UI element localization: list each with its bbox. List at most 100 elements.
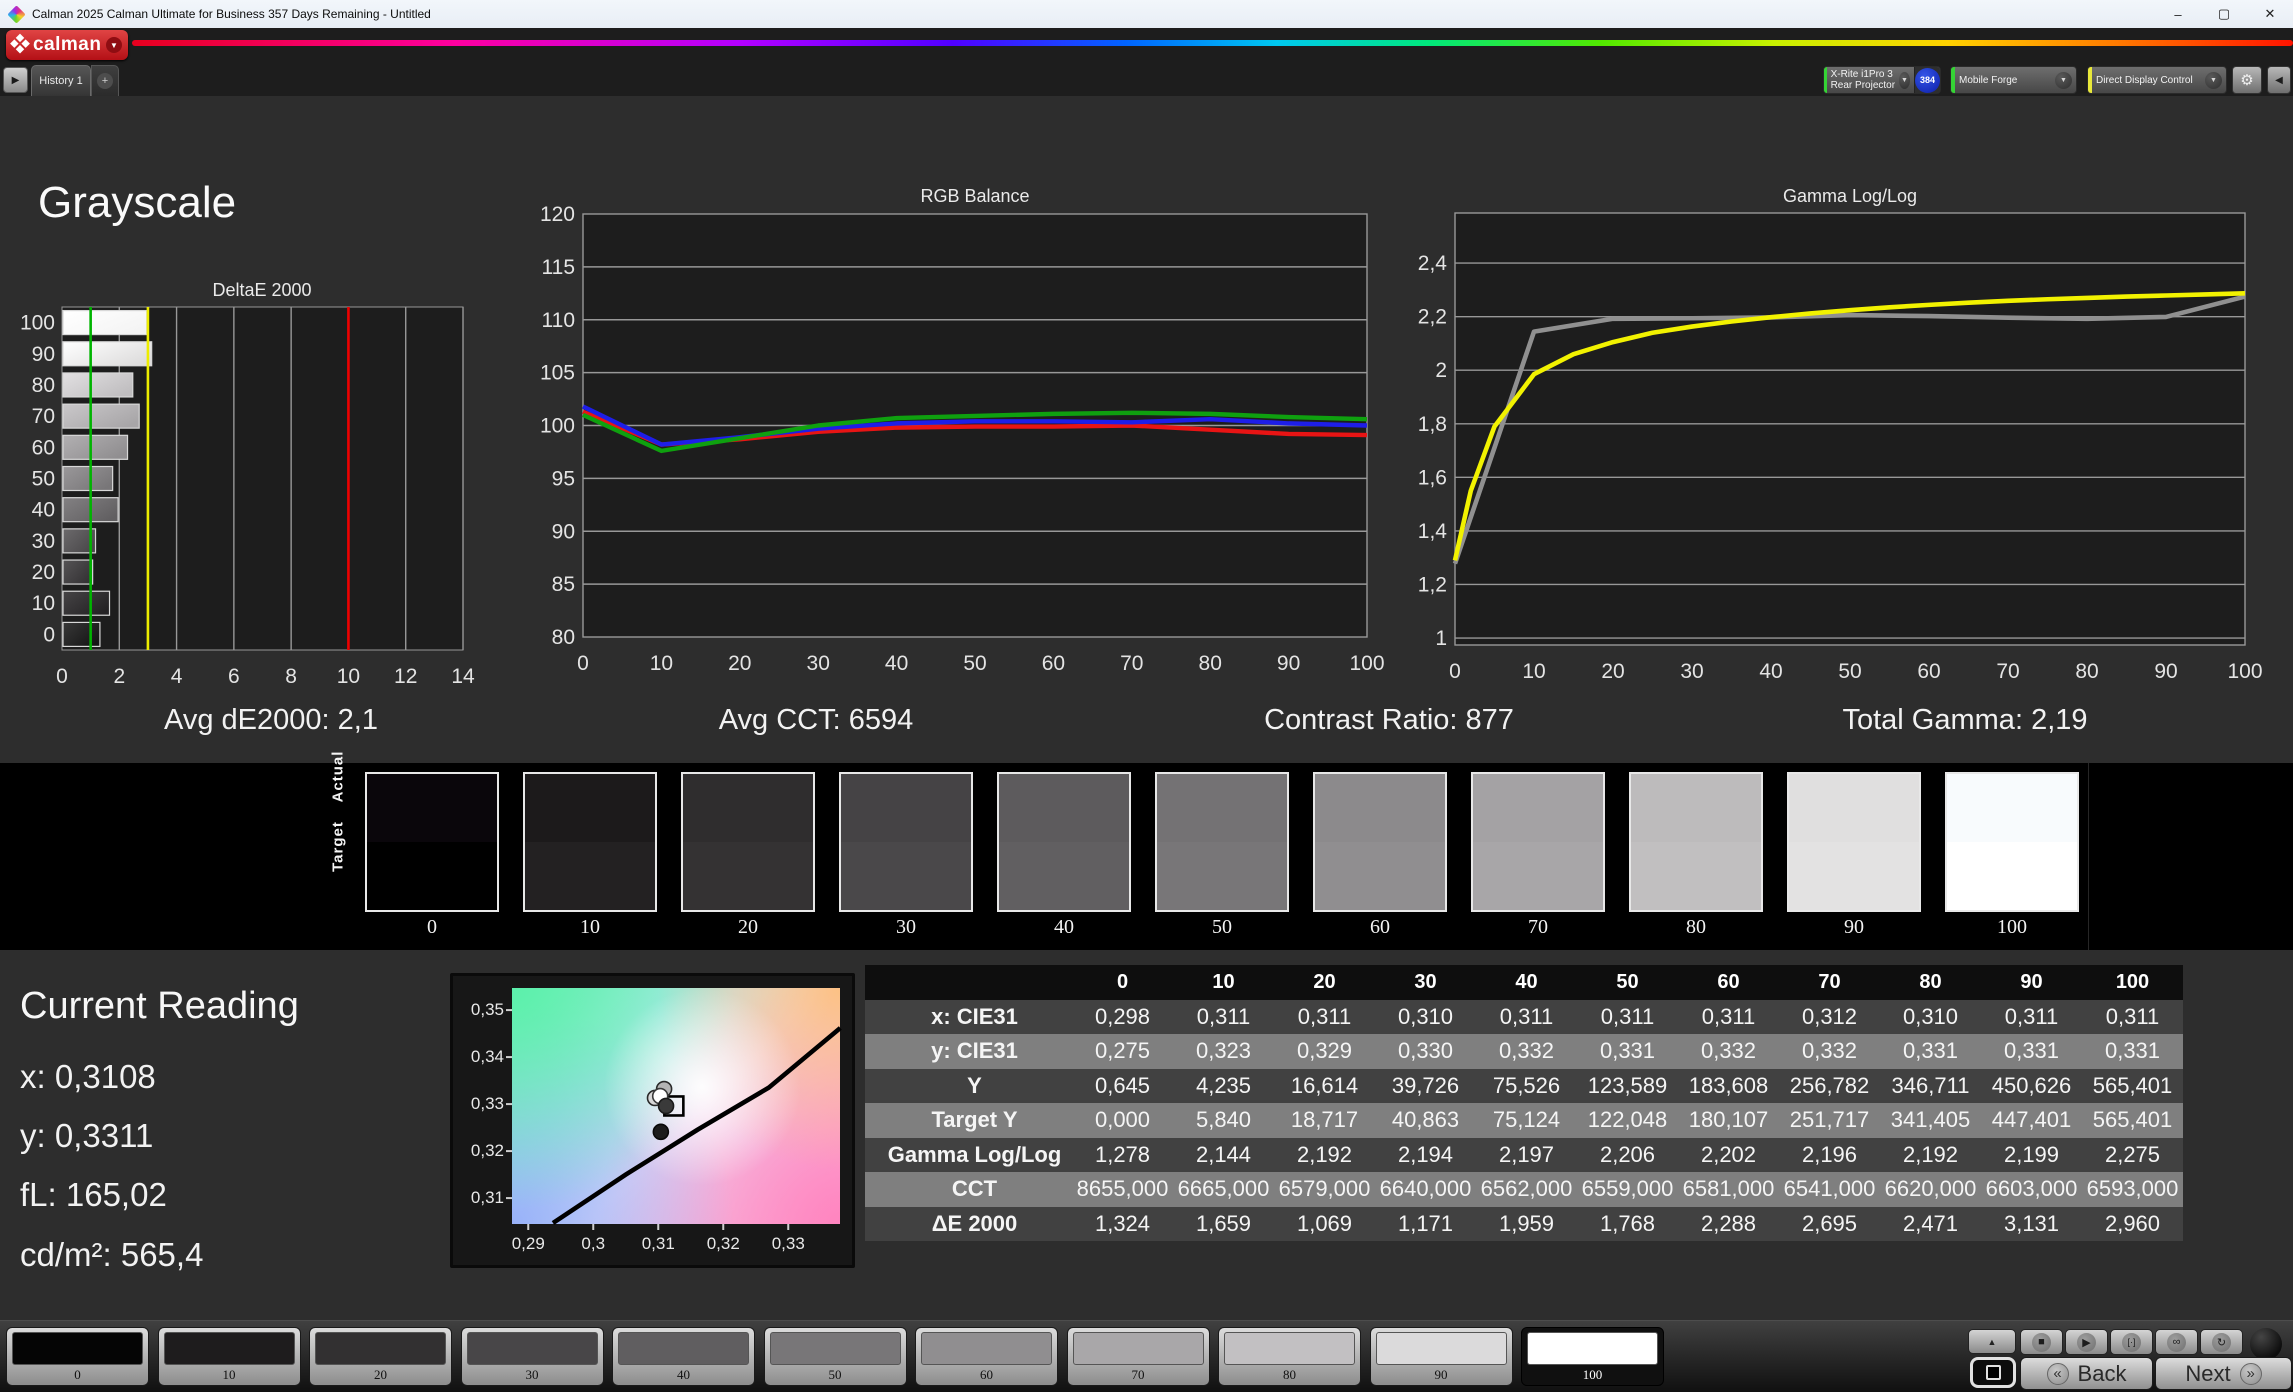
table-cell: 0,298 [1072, 999, 1173, 1034]
table-column-header: 100 [2082, 965, 2183, 1000]
pattern-button-50[interactable]: 50 [763, 1327, 907, 1386]
display-control-name: Direct Display Control [2096, 74, 2193, 86]
pattern-button-100[interactable]: 100 [1521, 1327, 1664, 1386]
deltae-chart: 10090807060504030201000 2 4 6 8 10 12 14 [20, 306, 475, 688]
pattern-button-40[interactable]: 40 [612, 1327, 755, 1386]
strip-actual-color [367, 774, 497, 842]
pattern-swatch [12, 1332, 143, 1365]
cie-ytick: 0,35 [470, 1000, 504, 1020]
strip-target-color [1947, 842, 2077, 910]
svg-text:20: 20 [32, 561, 55, 584]
svg-text:100: 100 [1349, 652, 1384, 675]
table-column-header: 70 [1779, 965, 1880, 1000]
display-control-dropdown[interactable]: Direct Display Control ▼ [2087, 66, 2227, 94]
range-button[interactable]: [·] [2110, 1329, 2153, 1355]
table-cell: 40,863 [1375, 1103, 1476, 1138]
rgb-chart-title: RGB Balance [920, 186, 1030, 206]
svg-text:110: 110 [542, 309, 575, 332]
table-cell: 2,275 [2082, 1137, 2183, 1172]
meter-dropdown[interactable]: X-Rite i1Pro 3 Rear Projector ▼ 384 [1823, 66, 1941, 94]
pattern-button-60[interactable]: 60 [915, 1327, 1058, 1386]
stop-icon: ■ [2032, 1332, 2051, 1352]
svg-text:80: 80 [2075, 660, 2098, 683]
refresh-button[interactable]: ↻ [2200, 1329, 2243, 1355]
svg-text:2,2: 2,2 [1418, 306, 1447, 329]
svg-text:100: 100 [20, 312, 55, 335]
refresh-icon: ↻ [2212, 1332, 2231, 1352]
svg-text:1,6: 1,6 [1418, 466, 1447, 489]
table-cell: 122,048 [1577, 1103, 1678, 1138]
table-cell: 0,645 [1072, 1068, 1173, 1103]
cie-ytick: 0,34 [470, 1047, 504, 1067]
table-cell: 6562,000 [1476, 1172, 1577, 1207]
table-cell: 565,401 [2082, 1068, 2183, 1103]
source-dropdown[interactable]: Mobile Forge ▼ [1950, 66, 2077, 94]
chevron-right-icon: » [2239, 1362, 2262, 1385]
strip-divider [2088, 763, 2089, 950]
table-cell: 6581,000 [1678, 1172, 1779, 1207]
chevron-left-icon: « [2046, 1362, 2069, 1385]
pattern-button-10[interactable]: 10 [157, 1327, 301, 1386]
table-cell: 0,331 [1880, 1034, 1981, 1069]
pattern-swatch [466, 1332, 598, 1365]
table-cell: 0,323 [1173, 1034, 1274, 1069]
pattern-swatch [618, 1332, 749, 1365]
svg-text:30: 30 [807, 652, 830, 675]
table-column-header: 20 [1274, 965, 1375, 1000]
svg-text:105: 105 [540, 362, 575, 385]
strip-level-label: 80 [1686, 916, 1706, 938]
pattern-button-0[interactable]: 0 [6, 1327, 149, 1386]
table-row-label: Target Y [865, 1103, 1072, 1138]
pattern-swatch [1375, 1332, 1507, 1365]
svg-text:80: 80 [552, 626, 575, 649]
table-cell: 0,311 [1678, 999, 1779, 1034]
maximize-button[interactable]: ▢ [2201, 0, 2247, 28]
strip-level-label: 0 [427, 916, 437, 938]
next-button[interactable]: Next » [2155, 1357, 2292, 1390]
pattern-button-30[interactable]: 30 [460, 1327, 604, 1386]
close-button[interactable]: ✕ [2247, 0, 2293, 28]
table-cell: 0,330 [1375, 1034, 1476, 1069]
svg-text:1: 1 [1435, 627, 1447, 650]
loop-button[interactable]: ∞ [2155, 1329, 2198, 1355]
svg-text:2,4: 2,4 [1418, 252, 1448, 275]
collapse-panel-button[interactable]: ◀ [2267, 66, 2291, 94]
panel-expander-button[interactable]: ▶ [3, 67, 28, 93]
table-cell: 341,405 [1880, 1103, 1981, 1138]
table-cell: 1,069 [1274, 1206, 1375, 1241]
svg-text:12: 12 [394, 665, 417, 688]
pattern-button-70[interactable]: 70 [1066, 1327, 1210, 1386]
table-cell: 6620,000 [1880, 1172, 1981, 1207]
svg-text:6: 6 [228, 665, 240, 688]
pattern-level-label: 80 [1283, 1367, 1296, 1382]
calman-menu-button[interactable]: calman ▼ [6, 30, 128, 60]
pattern-level-label: 10 [222, 1367, 236, 1382]
pattern-button-90[interactable]: 90 [1369, 1327, 1513, 1386]
add-tab-button[interactable]: + [91, 65, 119, 96]
table-cell: 450,626 [1981, 1068, 2082, 1103]
pattern-level-label: 30 [525, 1367, 539, 1382]
table-cell: 16,614 [1274, 1068, 1375, 1103]
pattern-up-button[interactable]: ▲ [1968, 1329, 2016, 1354]
pattern-button-80[interactable]: 80 [1218, 1327, 1361, 1386]
strip-level-label: 30 [896, 916, 916, 938]
strip-target-color [683, 842, 813, 910]
table-cell: 0,329 [1274, 1034, 1375, 1069]
table-column-header: 50 [1577, 965, 1678, 1000]
pattern-button-20[interactable]: 20 [309, 1327, 452, 1386]
back-button[interactable]: « Back [2020, 1357, 2153, 1390]
cie-ytick: 0,33 [470, 1094, 504, 1114]
title-bar: Calman 2025 Calman Ultimate for Business… [0, 0, 2293, 28]
strip-level-label: 60 [1370, 916, 1390, 938]
svg-text:10: 10 [1522, 660, 1545, 683]
calman-logo-icon [9, 33, 32, 57]
tab-history-1[interactable]: History 1 [31, 65, 91, 96]
gear-icon[interactable]: ⚙ [2232, 66, 2262, 94]
table-cell: 2,144 [1173, 1137, 1274, 1172]
pattern-window-button[interactable] [1970, 1357, 2016, 1388]
minimize-button[interactable]: – [2155, 0, 2201, 28]
stop-button[interactable]: ■ [2020, 1329, 2063, 1355]
svg-text:90: 90 [32, 343, 55, 366]
table-row-label: ΔE 2000 [865, 1206, 1072, 1241]
play-button[interactable]: ▶ [2065, 1329, 2108, 1355]
